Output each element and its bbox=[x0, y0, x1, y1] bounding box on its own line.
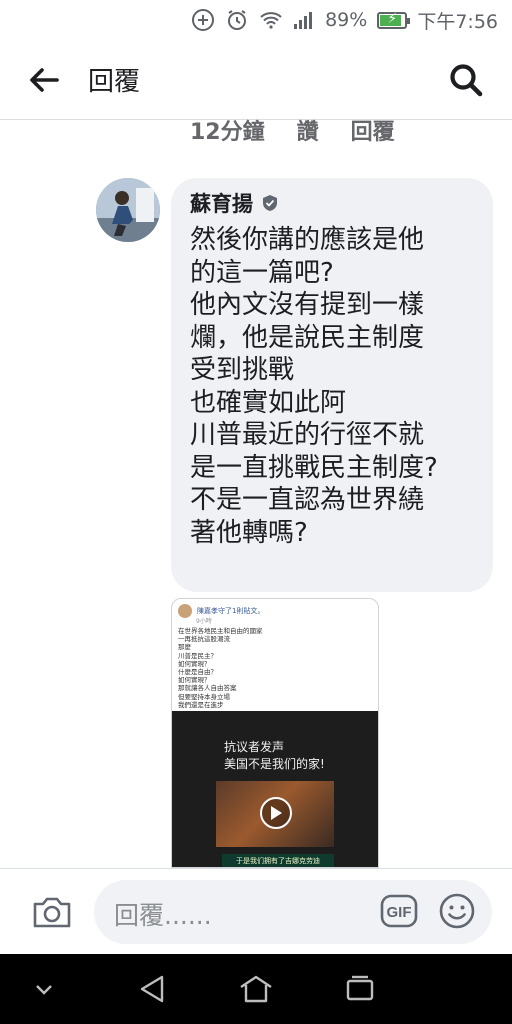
play-button[interactable] bbox=[260, 797, 292, 829]
gif-icon: GIF bbox=[380, 894, 418, 928]
shared-post-author: 陳嘉孝守了1則貼文。 bbox=[197, 607, 265, 615]
comment-line: 不是一直認為世界繞 bbox=[190, 485, 425, 515]
comment-line: 爛，他是說民主制度 bbox=[190, 322, 425, 353]
comment-line: 他內文沒有提到一樣 bbox=[190, 290, 425, 320]
status-bar: 89% ⚡ 下午7:56 bbox=[0, 0, 512, 40]
comment-bubble[interactable]: 蘇育揚 然後你講的應該是他 的這一篇吧? 他內文沒有提到一樣 爛，他是說民主制度… bbox=[171, 178, 493, 592]
previous-comment-meta: 12分鐘 讚 回覆 bbox=[190, 112, 395, 142]
home-icon bbox=[240, 975, 272, 1003]
reply-input[interactable]: 回覆...... GIF bbox=[94, 880, 492, 944]
nav-home-button[interactable] bbox=[236, 972, 276, 1006]
avatar[interactable] bbox=[96, 178, 160, 242]
previous-comment-time: 12分鐘 bbox=[190, 120, 265, 142]
arrow-left-icon bbox=[30, 67, 59, 92]
comment-line: 受到挑戰 bbox=[190, 355, 295, 385]
system-nav-bar bbox=[0, 954, 512, 1024]
shield-check-icon bbox=[263, 195, 277, 211]
shared-post-avatar bbox=[178, 604, 192, 618]
shared-post-line: 川普是民主？ bbox=[178, 651, 217, 660]
signal-icon bbox=[293, 10, 315, 30]
page-title: 回覆 bbox=[88, 67, 141, 97]
camera-button[interactable] bbox=[28, 888, 76, 936]
shared-post-line: 在世界各地民主和自由的國家 bbox=[178, 627, 263, 635]
nav-recents-button[interactable] bbox=[340, 972, 380, 1006]
alarm-icon bbox=[225, 8, 249, 32]
comment-line: 川普最近的行徑不就 bbox=[190, 420, 425, 450]
video-thumbnail[interactable]: 抗议者发声 美国不是我们的家! 于是我们拥有了吉娜克劳迪 bbox=[172, 711, 378, 867]
shared-post-line: 那就讓各人自由答案 bbox=[178, 684, 237, 693]
reply-placeholder: 回覆...... bbox=[114, 901, 212, 930]
emoji-button[interactable] bbox=[438, 892, 476, 930]
add-circle-icon bbox=[191, 8, 215, 32]
search-icon bbox=[450, 63, 483, 96]
comment-line: 的這一篇吧? bbox=[190, 257, 334, 288]
search-button[interactable] bbox=[442, 56, 490, 104]
app-header: 回覆 bbox=[0, 40, 512, 120]
smiley-icon bbox=[439, 893, 475, 929]
clock: 下午7:56 bbox=[417, 10, 498, 33]
comment-line: 也確實如此阿 bbox=[190, 387, 347, 418]
shared-post-line: 我們還是在進步 bbox=[178, 700, 224, 709]
nav-back-button[interactable] bbox=[132, 972, 172, 1006]
play-icon bbox=[271, 806, 282, 820]
battery-icon: ⚡ bbox=[377, 10, 411, 29]
comment-author-row: 蘇育揚 bbox=[190, 188, 481, 218]
video-caption-line: 美国不是我们的家! bbox=[224, 757, 325, 771]
shared-post-line: 一再抵抗這股潮流 bbox=[178, 635, 230, 644]
video-caption: 抗议者发声 美国不是我们的家! bbox=[224, 739, 325, 773]
shared-post-line: 那麼 bbox=[178, 643, 191, 652]
comment-line: 著他轉嗎? bbox=[190, 517, 308, 548]
like-link[interactable]: 讚 bbox=[297, 114, 319, 142]
reply-composer: 回覆...... GIF bbox=[0, 868, 512, 954]
shared-post-time: 9小時 bbox=[196, 618, 212, 625]
svg-text:GIF: GIF bbox=[387, 904, 412, 921]
recents-icon bbox=[346, 975, 374, 1001]
video-subtitle: 于是我们拥有了吉娜克劳迪 bbox=[222, 854, 334, 867]
comment-author[interactable]: 蘇育揚 bbox=[190, 188, 253, 218]
video-caption-line: 抗议者发声 bbox=[224, 740, 285, 754]
shared-post-line: 如何實現？ bbox=[178, 659, 211, 668]
back-triangle-icon bbox=[140, 975, 164, 1003]
reply-link[interactable]: 回覆 bbox=[351, 114, 395, 142]
hide-nav-button[interactable] bbox=[24, 972, 64, 1006]
battery-percent: 89% bbox=[325, 9, 368, 31]
charging-icon: ⚡ bbox=[387, 10, 398, 27]
comment-text: 然後你講的應該是他 的這一篇吧? 他內文沒有提到一樣 爛，他是說民主制度 受到挑… bbox=[190, 224, 481, 549]
chevron-down-icon bbox=[36, 985, 52, 995]
camera-icon bbox=[33, 897, 71, 927]
comment-line: 是一直挑戰民主制度? bbox=[190, 452, 438, 483]
wifi-icon bbox=[259, 8, 283, 32]
back-button[interactable] bbox=[14, 50, 74, 110]
shared-post-line: 但要堅持本身立場 bbox=[178, 692, 230, 701]
shared-post-text: 在世界各地民主和自由的國家 一再抵抗這股潮流 那麼 川普是民主？ 如何實現？ 什… bbox=[172, 625, 378, 711]
shared-post-preview[interactable]: 陳嘉孝守了1則貼文。 9小時 在世界各地民主和自由的國家 一再抵抗這股潮流 那麼… bbox=[171, 598, 379, 868]
shared-post-line: 什麼是自由？ bbox=[178, 668, 217, 677]
comment-line: 然後你講的應該是他 bbox=[190, 225, 425, 255]
gif-button[interactable]: GIF bbox=[380, 894, 418, 928]
